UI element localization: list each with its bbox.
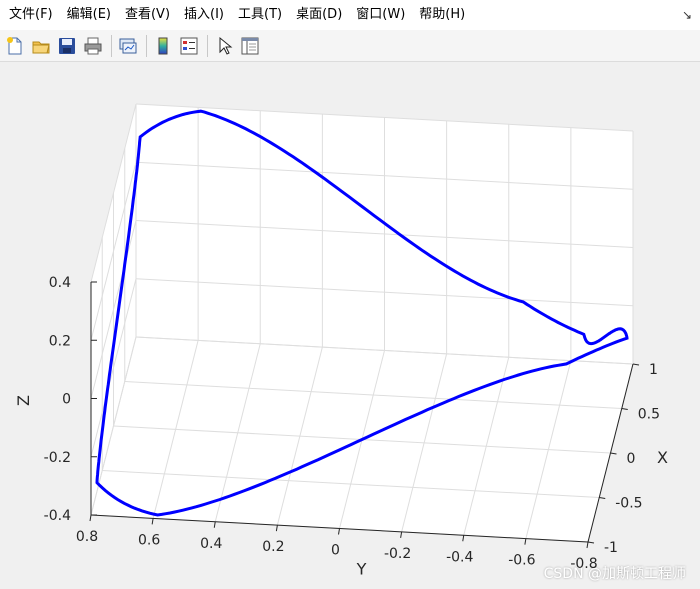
watermark-text: CSDN @加斯顿工程师: [543, 566, 686, 582]
x-tick: [599, 497, 606, 499]
menu-help[interactable]: 帮助(H): [412, 0, 472, 30]
y-tick-label: 0.8: [76, 529, 98, 545]
toolbar-separator: [111, 34, 112, 57]
open-file-icon[interactable]: [29, 34, 53, 58]
y-tick: [213, 521, 216, 528]
x-tick: [632, 363, 640, 366]
z-tick-label: 0.4: [49, 275, 71, 291]
z-tick-label: -0.4: [44, 508, 71, 524]
z-tick-label: -0.2: [44, 450, 71, 466]
x-tick: [610, 452, 617, 455]
y-tick-label: 0: [331, 543, 340, 559]
toolbar-separator: [207, 34, 208, 57]
menu-bar: 文件(F) 编辑(E) 查看(V) 插入(I) 工具(T) 桌面(D) 窗口(W…: [0, 0, 700, 30]
z-tick-label: 0.2: [49, 333, 71, 349]
y-tick-label: -0.4: [446, 549, 473, 565]
toolbar-separator: [146, 34, 147, 57]
y-tick-label: 0.4: [200, 536, 222, 552]
save-icon[interactable]: [55, 34, 79, 58]
menu-view[interactable]: 查看(V): [118, 0, 177, 30]
x-tick-label: 0: [627, 451, 636, 467]
figure-toolbar: [0, 30, 700, 62]
x-tick-label: 0.5: [638, 407, 660, 423]
z-tick-label: 0: [62, 392, 71, 408]
x-tick-label: -1: [604, 540, 618, 556]
x-tick: [587, 541, 595, 544]
z-axis-label: Z: [14, 395, 33, 406]
matlab-figure-window: 文件(F) 编辑(E) 查看(V) 插入(I) 工具(T) 桌面(D) 窗口(W…: [0, 0, 700, 589]
y-tick: [524, 538, 527, 545]
menu-desktop[interactable]: 桌面(D): [289, 0, 349, 30]
property-inspector-icon[interactable]: [238, 34, 262, 58]
y-tick: [462, 535, 465, 542]
link-plot-icon[interactable]: [116, 34, 140, 58]
menu-file[interactable]: 文件(F): [2, 0, 60, 30]
plot-area[interactable]: 0.8 0.6 0.4 0.2 0 -0.2 -0.4 -0.6 -0.8 1 0.5 0 -0.5 -1…: [0, 63, 700, 589]
x-axis-label: X: [657, 448, 668, 467]
print-icon[interactable]: [81, 34, 105, 58]
x-tick-label: -0.5: [615, 496, 642, 512]
legend-icon[interactable]: [177, 34, 201, 58]
y-tick: [400, 531, 403, 538]
x-tick-label: 1: [649, 362, 658, 378]
dock-arrow-icon[interactable]: ↘: [682, 8, 692, 22]
menu-edit[interactable]: 编辑(E): [60, 0, 118, 30]
colorbar-icon[interactable]: [151, 34, 175, 58]
menu-tools[interactable]: 工具(T): [231, 0, 289, 30]
y-tick: [151, 518, 154, 525]
y-tick: [89, 514, 92, 522]
menu-window[interactable]: 窗口(W): [349, 0, 412, 30]
pointer-icon[interactable]: [212, 34, 236, 58]
y-tick: [586, 541, 589, 549]
y-tick-label: -0.6: [508, 553, 535, 569]
y-tick-label: 0.2: [262, 539, 284, 555]
y-tick: [275, 525, 278, 532]
menu-insert[interactable]: 插入(I): [177, 0, 231, 30]
x-tick: [621, 408, 628, 410]
new-figure-icon[interactable]: [3, 34, 27, 58]
y-axis-label: Y: [356, 560, 367, 579]
y-tick: [338, 528, 340, 535]
y-tick-label: -0.2: [384, 546, 411, 562]
3d-line-plot[interactable]: 0.8 0.6 0.4 0.2 0 -0.2 -0.4 -0.6 -0.810.50-0.5-1…: [0, 63, 700, 589]
y-tick-label: 0.6: [138, 532, 160, 548]
